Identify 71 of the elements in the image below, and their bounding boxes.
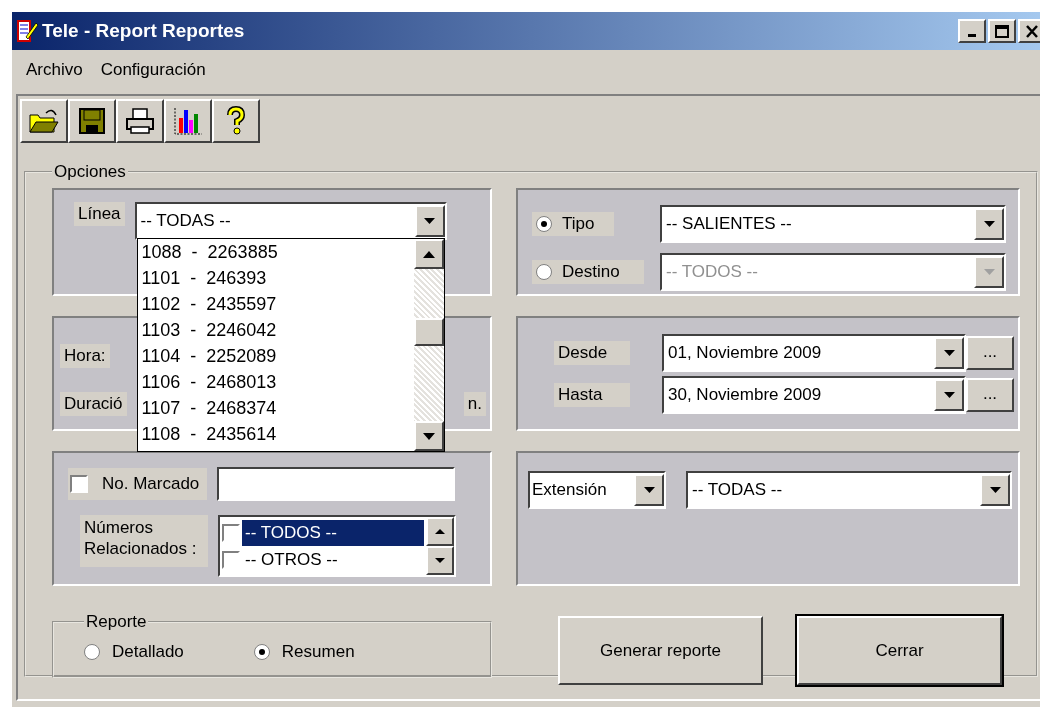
list-item[interactable]: -- OTROS --	[242, 546, 424, 573]
down-arrow-icon	[422, 432, 435, 440]
field-dropdown[interactable]: Extensión	[528, 471, 666, 509]
minimize-button[interactable]	[958, 19, 986, 43]
caret-icon	[983, 269, 995, 275]
list-item[interactable]: 1106 - 2468013	[141, 369, 414, 395]
list-item[interactable]: 1108 - 2435614	[141, 421, 414, 447]
caret-icon	[983, 221, 995, 227]
extension-dropdown[interactable]: -- TODAS --	[686, 471, 1012, 509]
field-label: Números Relacionados :	[80, 515, 208, 567]
group-title: Opciones	[53, 162, 127, 182]
radio-label: Tipo	[562, 214, 595, 234]
maximize-icon	[995, 24, 1009, 38]
notebook-pencil-icon	[16, 19, 38, 43]
date-dropdown[interactable]: 01, Noviembre 2009	[662, 334, 966, 372]
scroll-thumb[interactable]	[413, 317, 444, 346]
radio-label: Destino	[562, 262, 620, 282]
caret-icon	[989, 487, 1001, 493]
up-arrow-icon	[422, 250, 435, 258]
field-label: Línea	[74, 202, 125, 226]
radio-label: Detallado	[112, 642, 184, 662]
checkbox[interactable]	[70, 475, 88, 493]
menu-item[interactable]: Configuración	[100, 60, 206, 80]
save-button[interactable]	[68, 99, 116, 143]
radio-button[interactable]	[253, 644, 270, 660]
date-dropdown[interactable]: 30, Noviembre 2009	[662, 376, 966, 414]
action-button[interactable]: Cerrar	[797, 616, 1002, 685]
caret-icon	[424, 218, 436, 224]
list-box[interactable]: -- TODOS -- -- OTROS --	[218, 515, 456, 577]
menu-item[interactable]: Archivo	[26, 60, 83, 80]
caret-icon	[643, 487, 655, 493]
print-button[interactable]	[116, 99, 164, 143]
caret-icon	[943, 392, 955, 398]
radio-button[interactable]	[536, 216, 552, 232]
list-item[interactable]: 1103 - 2246042	[141, 317, 414, 343]
unit-label: n.	[463, 392, 486, 416]
group-title: Reporte	[85, 612, 148, 632]
window-title: Tele - Report Reportes	[42, 20, 246, 42]
down-arrow-icon	[435, 558, 445, 563]
help-button[interactable]	[212, 99, 260, 143]
printer-icon	[124, 107, 156, 135]
chart-button[interactable]	[164, 99, 212, 143]
list-item[interactable]: 1088 - 2263885	[141, 239, 414, 265]
list-item[interactable]: 1104 - 2252089	[141, 343, 414, 369]
radio-button[interactable]	[84, 644, 100, 660]
minimize-icon	[968, 33, 976, 37]
input-field[interactable]	[217, 467, 456, 501]
close-button[interactable]	[1018, 19, 1040, 43]
action-button[interactable]: Generar reporte	[558, 616, 763, 685]
field-label: Desde	[554, 341, 630, 365]
checkbox[interactable]	[222, 523, 240, 542]
up-arrow-icon	[435, 529, 445, 534]
list-item[interactable]: 1107 - 2468374	[141, 395, 414, 421]
field-label: Hasta	[554, 383, 630, 407]
maximize-button[interactable]	[988, 19, 1016, 43]
list-item[interactable]: 1102 - 2435597	[141, 291, 414, 317]
caret-icon	[943, 350, 955, 356]
question-mark-icon	[226, 106, 246, 136]
radio-label: Resumen	[281, 642, 355, 662]
destination-dropdown[interactable]: -- SALIENTES --	[660, 205, 1006, 243]
close-icon	[1025, 24, 1039, 38]
calendar-button[interactable]: ...	[966, 378, 1014, 412]
list-item[interactable]: -- TODOS --	[242, 519, 424, 546]
open-button[interactable]	[20, 99, 68, 143]
scrollbar[interactable]	[413, 239, 444, 451]
folder-icon	[28, 107, 60, 135]
list-item[interactable]: 1101 - 246393	[141, 265, 414, 291]
checkbox-label: No. Marcado	[102, 474, 200, 494]
field-label: Duració	[60, 392, 127, 416]
calendar-button[interactable]: ...	[966, 336, 1014, 370]
field-label: Hora:	[60, 344, 110, 368]
